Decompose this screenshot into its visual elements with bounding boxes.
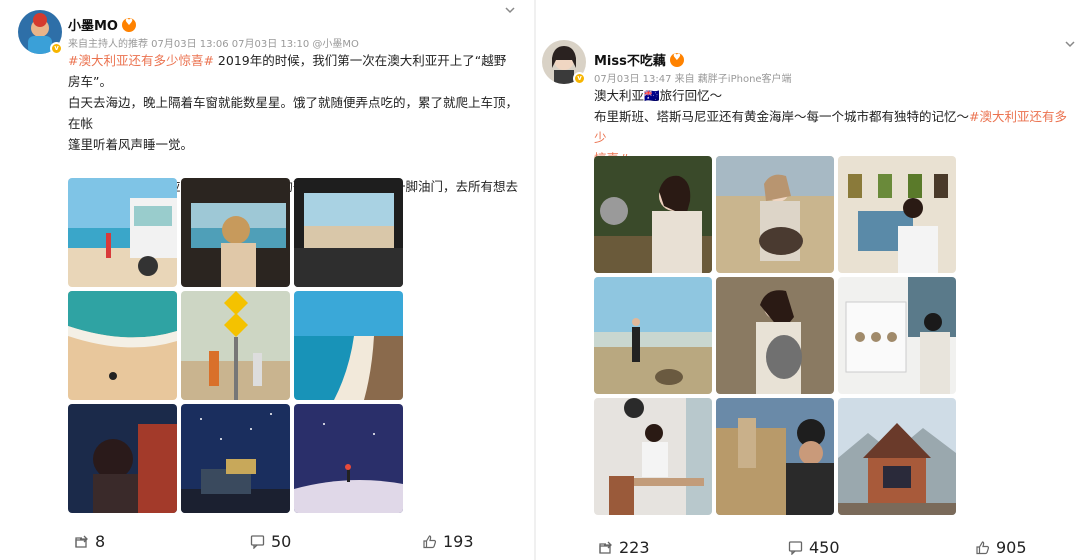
vip-heart-icon [122,18,136,32]
vip-heart-icon [669,53,684,67]
weibo-post-1: v 小墨MO 来自主持人的推荐 07月03日 13:06 07月03日 13:1… [0,0,530,560]
photo-night-camper[interactable] [181,404,290,513]
comment-count: 450 [809,538,840,557]
comment-button[interactable]: 50 [250,532,291,551]
chevron-down-icon[interactable] [504,4,516,16]
photo-wombat[interactable] [716,156,834,273]
photo-koala[interactable] [594,156,712,273]
repost-button[interactable]: 223 [598,538,650,557]
photo-car-interior[interactable] [181,178,290,287]
username[interactable]: 小墨MO [68,15,136,34]
verified-badge-icon: v [573,72,586,85]
photo-car-window-beach[interactable] [294,178,403,287]
verified-badge-icon: v [50,42,63,55]
photo-beach-pose[interactable] [594,277,712,394]
text-line: 布里斯班、塔斯马尼亚还有黄金海岸～每一个城市都有独特的记忆～ [594,109,970,124]
post-meta: 来自主持人的推荐 07月03日 13:06 07月03日 13:10 @小墨MO [68,39,359,50]
share-icon [75,535,88,548]
weibo-post-2: v Miss不吃藕 07月03日 13:47 来自 藕胖子iPhone客户端 澳… [540,0,1080,560]
like-button[interactable]: 193 [422,532,474,551]
share-icon [599,541,612,554]
repost-button[interactable]: 8 [74,532,105,551]
photo-beach-car[interactable] [68,178,177,287]
photo-night-dune[interactable] [294,404,403,513]
repost-count: 223 [619,538,650,557]
photo-coastline[interactable] [294,291,403,400]
like-button[interactable]: 905 [975,538,1027,557]
like-count: 193 [443,532,474,551]
like-count: 905 [996,538,1027,557]
username-text[interactable]: 小墨MO [68,19,118,34]
comment-icon [788,541,803,555]
hashtag-link[interactable]: #澳大利亚还有多少惊喜# [68,53,214,68]
comment-button[interactable]: 450 [788,538,840,557]
photo-grid [68,178,403,513]
post-meta: 07月03日 13:47 来自 藕胖子iPhone客户端 [594,74,792,85]
repost-count: 8 [95,532,106,551]
photo-koala-hug[interactable] [716,277,834,394]
photo-mountain-lodge[interactable] [838,398,956,515]
photo-night-portrait[interactable] [68,404,177,513]
photo-aerial-beach[interactable] [68,291,177,400]
photo-kangaroo-sign[interactable] [181,291,290,400]
text-line: 篷里听着风声睡一觉。 [68,137,194,152]
photo-kangaroo-selfie[interactable] [716,398,834,515]
comment-count: 50 [271,532,292,551]
username[interactable]: Miss不吃藕 [594,50,684,69]
chevron-down-icon[interactable] [1064,38,1076,50]
photo-cafe-table[interactable] [594,398,712,515]
text-line: 白天去海边，晚上隔着车窗就能数星星。饿了就随便弄点吃的，累了就爬上车顶，在帐 [68,95,519,131]
photo-grid [594,156,956,515]
column-divider [534,0,536,560]
comment-icon [250,535,265,549]
text-line: 澳大利亚🇦🇺旅行回忆～ [594,88,723,103]
thumbs-up-icon [976,541,990,555]
photo-reading-cafe[interactable] [838,156,956,273]
photo-museum-display[interactable] [838,277,956,394]
username-text[interactable]: Miss不吃藕 [594,54,666,69]
thumbs-up-icon [423,535,437,549]
